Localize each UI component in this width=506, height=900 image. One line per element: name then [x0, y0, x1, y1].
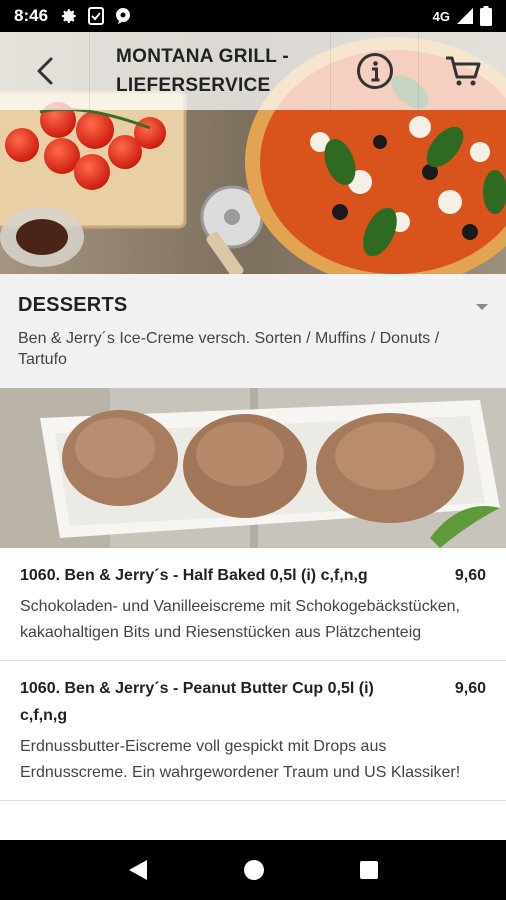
nav-home-icon[interactable]: [243, 859, 265, 881]
category-title: DESSERTS: [18, 294, 128, 316]
chat-icon: [116, 8, 131, 24]
info-icon: [356, 53, 393, 89]
battery-icon: [480, 6, 492, 26]
nav-recents-icon[interactable]: [359, 860, 379, 880]
dropdown-arrow-icon[interactable]: [476, 304, 488, 310]
system-nav-bar: [0, 840, 506, 900]
cart-button[interactable]: [418, 32, 506, 110]
item-description: Erdnussbutter-Eiscreme voll gespickt mit…: [20, 738, 461, 781]
item-name: 1060. Ben & Jerry´s - Half Baked 0,5l (i…: [20, 567, 368, 584]
item-description: Schokoladen- und Vanilleeiscreme mit Sch…: [20, 598, 460, 641]
status-bar: 8:46 4G: [0, 0, 506, 32]
signal-icon: [457, 8, 473, 24]
category-image: [0, 388, 506, 548]
network-type: 4G: [432, 8, 450, 24]
back-arrow-icon: [37, 57, 52, 85]
item-price: 9,60: [454, 680, 486, 697]
clipboard-icon: [88, 7, 105, 25]
info-button[interactable]: [330, 32, 418, 110]
back-button[interactable]: [0, 32, 90, 110]
menu-item[interactable]: 1060. Ben & Jerry´s - Half Baked 0,5l (i…: [0, 548, 506, 661]
category-description: Ben & Jerry´s Ice-Creme versch. Sorten /…: [18, 330, 440, 368]
item-name: 1060. Ben & Jerry´s - Peanut Butter Cup …: [20, 680, 374, 724]
cart-icon: [445, 56, 480, 86]
menu-item-list: 1060. Ben & Jerry´s - Half Baked 0,5l (i…: [0, 548, 506, 801]
item-price: 9,60: [454, 567, 486, 584]
top-app-bar: MONTANA GRILL - LIEFERSERVICE: [0, 32, 506, 110]
category-header[interactable]: DESSERTS Ben & Jerry´s Ice-Creme versch.…: [0, 274, 506, 388]
nav-back-icon[interactable]: [127, 858, 149, 882]
status-time: 8:46: [14, 6, 49, 25]
gear-icon: [61, 9, 76, 24]
menu-item[interactable]: 1060. Ben & Jerry´s - Peanut Butter Cup …: [0, 661, 506, 801]
ice-cream-image: [0, 388, 506, 548]
restaurant-title: MONTANA GRILL - LIEFERSERVICE: [116, 46, 290, 96]
hero-banner: MONTANA GRILL - LIEFERSERVICE: [0, 32, 506, 274]
